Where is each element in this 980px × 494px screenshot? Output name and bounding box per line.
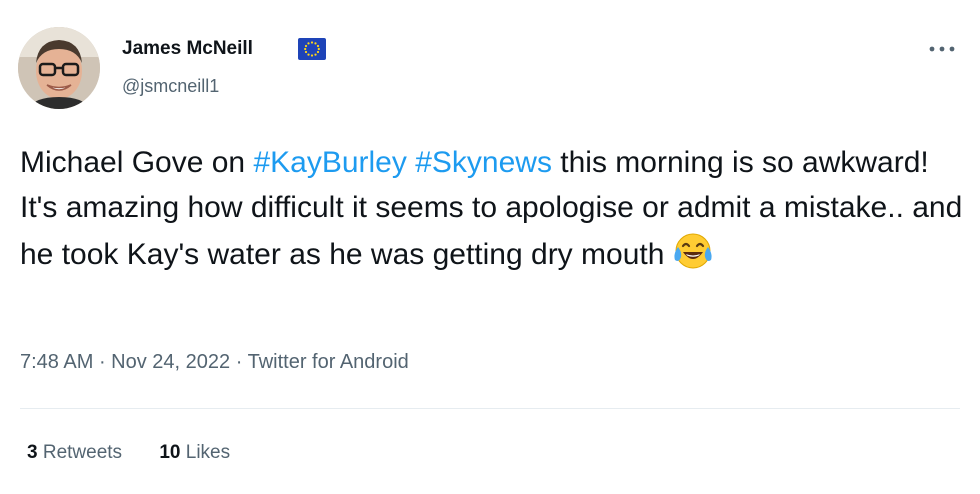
likes-stat[interactable]: 10 Likes [159,442,230,463]
retweets-stat[interactable]: 3 Retweets [27,442,122,463]
meta-separator: · [230,351,248,373]
eu-flag-icon [298,38,326,60]
author-name[interactable]: James McNeill [122,38,253,60]
tweet-text: Michael Gove on #KayBurley #Skynews this… [20,140,965,277]
tweet-text-space [407,146,415,179]
engagement-stats: 3 Retweets 10 Likes [27,442,230,464]
face-with-tears-of-joy-icon [674,233,712,269]
likes-label: Likes [185,442,231,463]
tweet-source[interactable]: Twitter for Android [248,351,409,373]
meta-separator: · [93,351,112,373]
author-handle[interactable]: @jsmcneill1 [122,76,219,97]
hashtag-kayburley[interactable]: #KayBurley [253,146,406,179]
more-options-icon[interactable] [925,42,959,56]
retweets-count: 3 [27,442,38,463]
retweets-label: Retweets [42,442,123,463]
tweet-card: James McNeill @jsmcneill1 Michael Gove o… [0,0,980,494]
tweet-text-start: Michael Gove on [20,146,254,179]
likes-count: 10 [159,442,181,463]
tweet-date[interactable]: Nov 24, 2022 [111,351,230,373]
tweet-time[interactable]: 7:48 AM [20,351,93,373]
avatar-photo [18,27,100,109]
tweet-meta: 7:48 AM · Nov 24, 2022 · Twitter for And… [20,351,409,374]
divider [20,408,960,409]
hashtag-skynews[interactable]: #Skynews [415,146,552,179]
avatar[interactable] [18,27,100,109]
